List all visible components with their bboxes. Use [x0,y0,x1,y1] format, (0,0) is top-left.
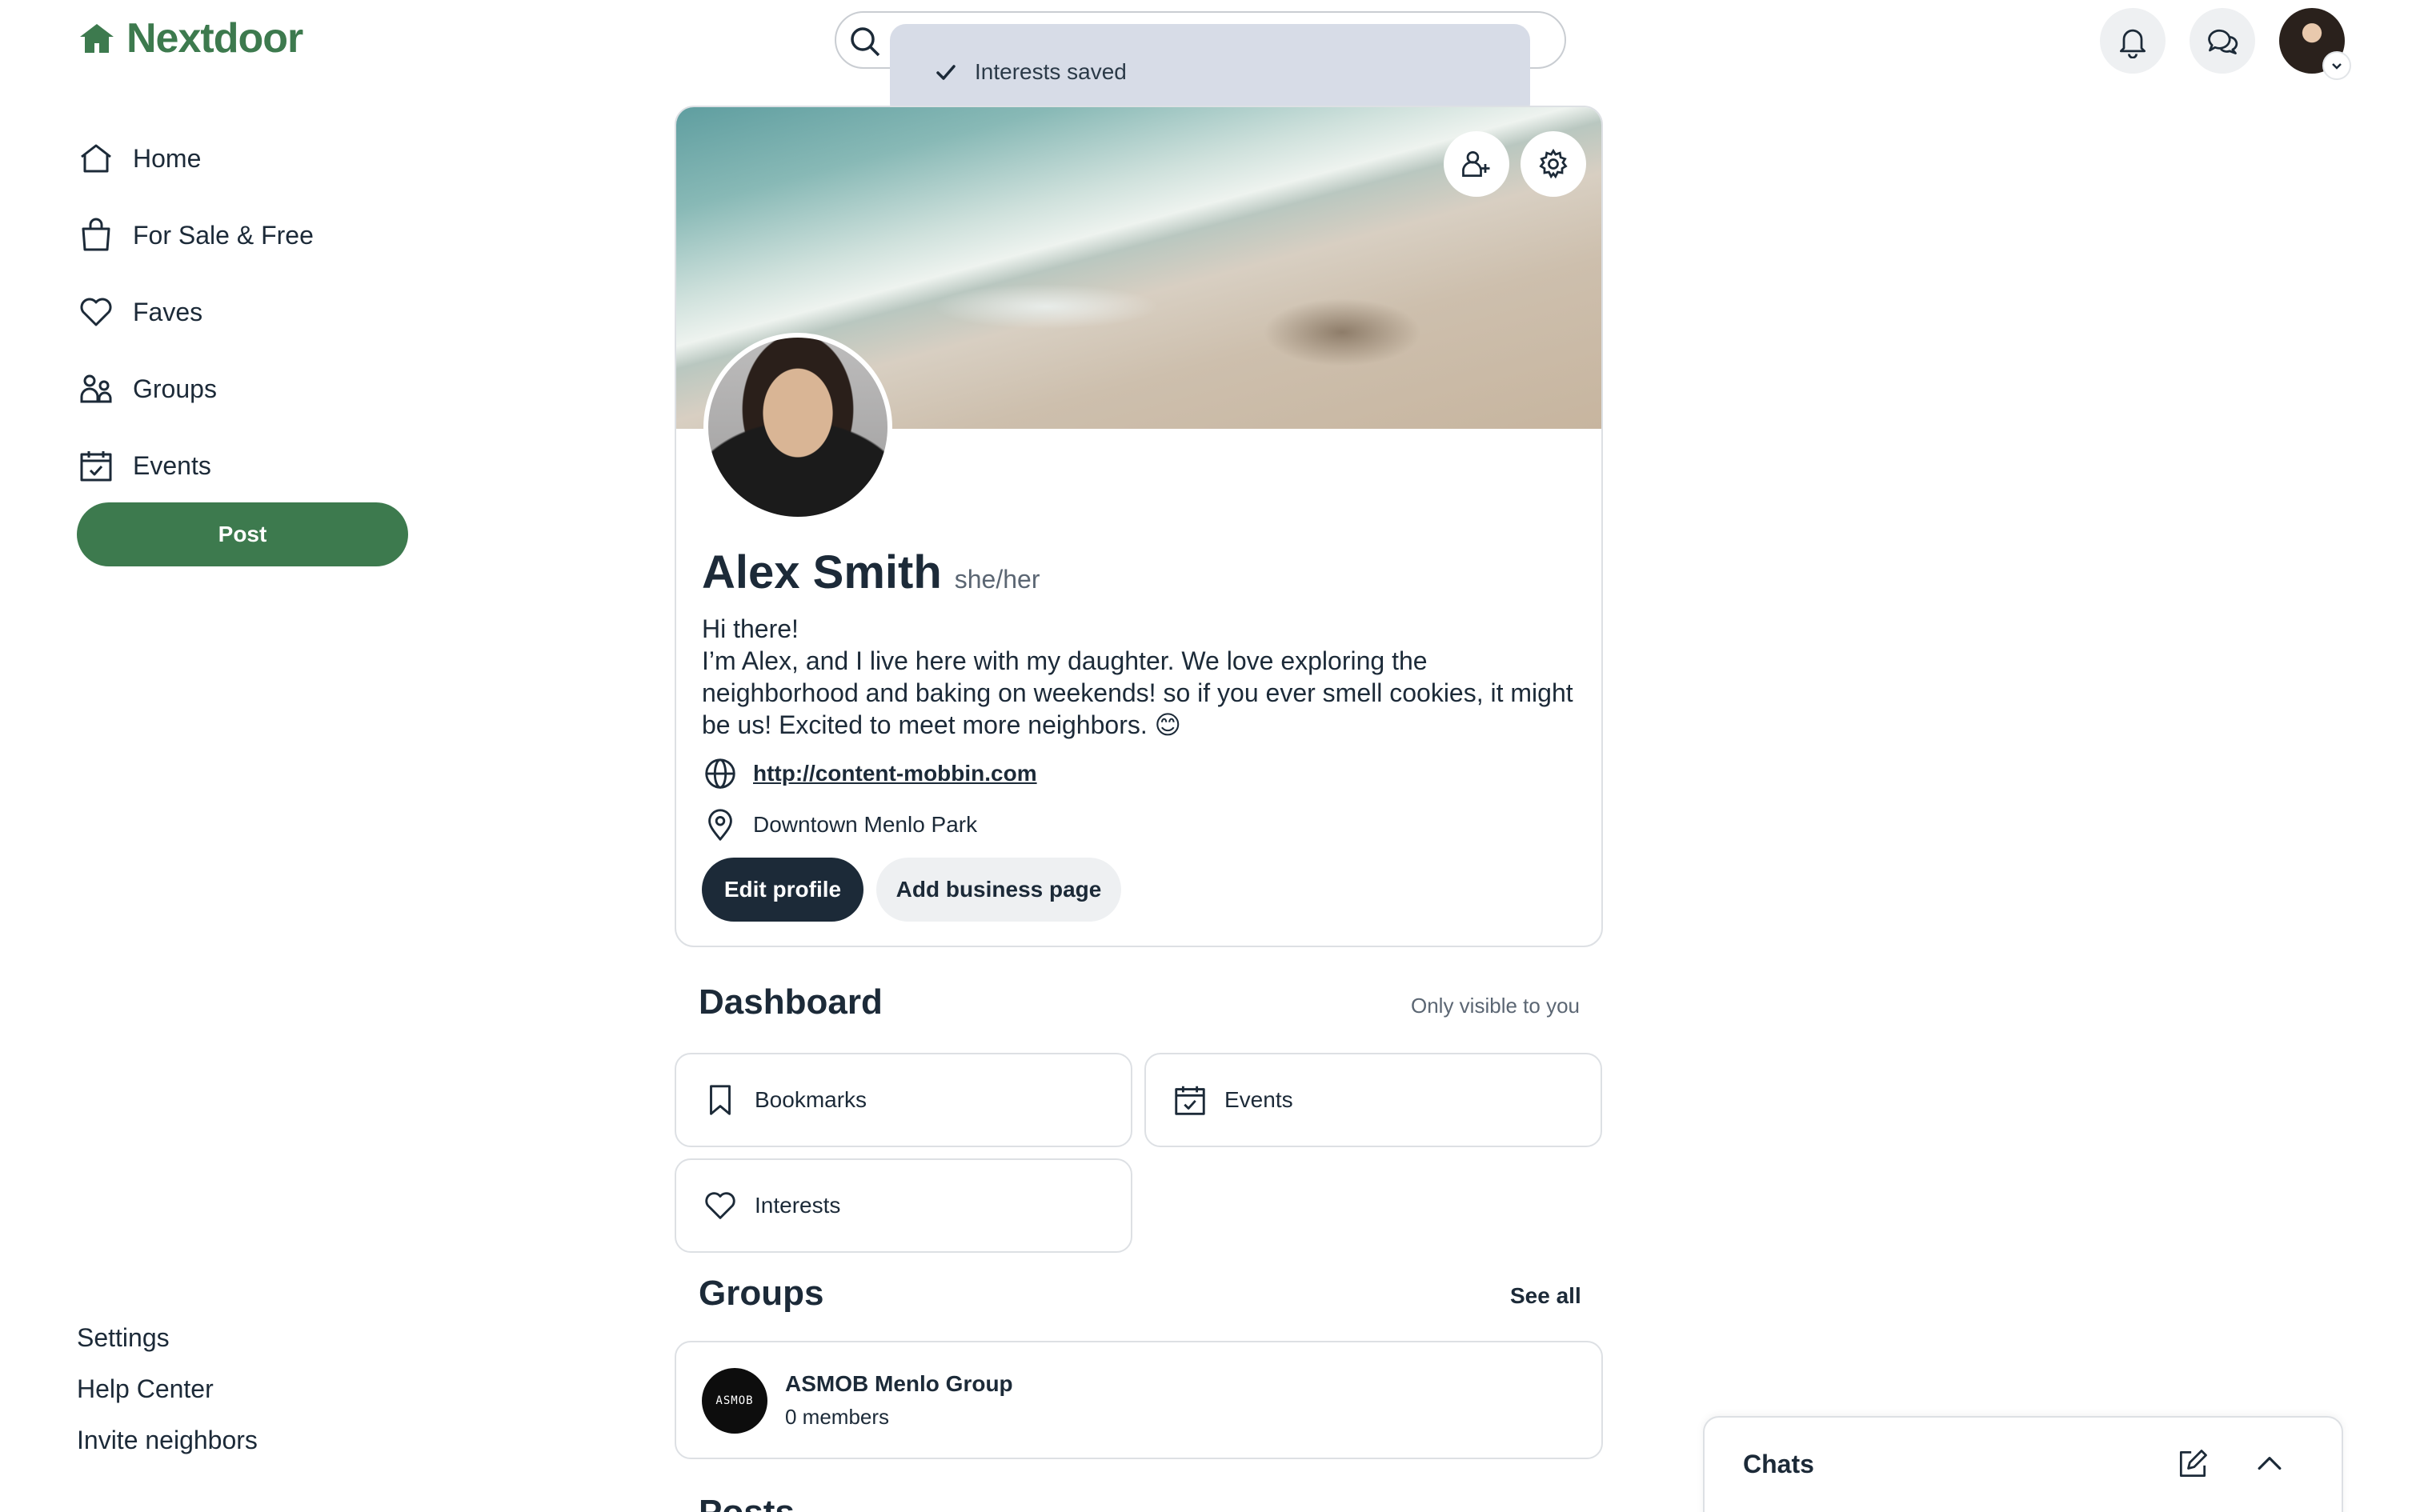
user-avatar[interactable] [2279,8,2351,80]
add-person-icon [1462,150,1490,178]
sidebar-item-label: For Sale & Free [133,220,314,250]
sidebar-item-home[interactable]: Home [77,120,429,197]
sidebar-item-label: Home [133,143,202,173]
invite-neighbors-link[interactable]: Invite neighbors [77,1414,258,1466]
chats-title: Chats [1743,1450,1814,1478]
bell-icon [2119,29,2146,58]
posts-title: Posts [699,1493,795,1512]
bio-text: I’m Alex, and I live here with my daught… [702,646,1573,739]
house-logo-icon [80,24,114,53]
sidebar-item-label: Events [133,450,211,480]
group-members-count: 0 members [785,1405,890,1429]
add-friend-button[interactable] [1444,131,1509,197]
sidebar-item-events[interactable]: Events [77,427,429,504]
collapse-chats-button[interactable] [2247,1442,2292,1486]
group-name: ASMOB Menlo Group [785,1371,1013,1396]
sidebar-item-label: Faves [133,297,203,326]
location-row: Downtown Menlo Park [702,806,977,843]
nextdoor-logo[interactable]: Nextdoor [77,15,303,62]
calendar-icon [1175,1086,1205,1115]
profile-name: Alex Smith [702,546,942,598]
sidebar-item-groups[interactable]: Groups [77,350,429,427]
groups-see-all-link[interactable]: See all [1510,1283,1581,1309]
events-tile[interactable]: Events [1144,1053,1602,1147]
chevron-up-icon [2258,1457,2282,1470]
profile-avatar[interactable] [703,333,892,522]
sidebar-item-for-sale[interactable]: For Sale & Free [77,197,429,274]
toast-text: Interests saved [975,59,1127,84]
compose-icon [2179,1450,2207,1478]
sidebar-item-faves[interactable]: Faves [77,274,429,350]
calendar-icon [80,451,112,482]
profile-card: Alex Smith she/her Hi there! I’m Alex, a… [675,106,1603,947]
add-business-page-button[interactable]: Add business page [876,858,1121,922]
help-center-link[interactable]: Help Center [77,1363,258,1414]
profile-pronouns: she/her [954,565,1040,594]
bookmarks-tile[interactable]: Bookmarks [675,1053,1132,1147]
groups-title: Groups [699,1274,824,1313]
heart-icon [705,1192,735,1219]
bio-greeting: Hi there! [702,614,799,643]
new-chat-button[interactable] [2170,1442,2215,1486]
profile-settings-button[interactable] [1521,131,1586,197]
website-row: http://content-mobbin.com [702,755,1037,792]
messages-button[interactable] [2190,8,2255,74]
home-icon [81,144,111,173]
dashboard-visibility-note: Only visible to you [1411,994,1580,1018]
bookmark-icon [710,1085,731,1115]
tile-label: Events [1224,1087,1293,1112]
search-icon [851,27,880,57]
location-pin-icon [708,809,732,841]
profile-bio: Hi there! I’m Alex, and I live here with… [702,613,1582,741]
group-item[interactable]: ASMOB ASMOB Menlo Group 0 members [675,1341,1603,1459]
settings-link[interactable]: Settings [77,1312,258,1363]
sidebar-footer: Settings Help Center Invite neighbors [77,1312,258,1466]
location-text: Downtown Menlo Park [753,812,978,837]
heart-icon [80,298,112,326]
chevron-down-icon [2332,63,2342,70]
dashboard-title: Dashboard [699,982,883,1022]
gear-icon [1539,148,1568,179]
website-link[interactable]: http://content-mobbin.com [753,761,1037,786]
post-button[interactable]: Post [77,502,408,566]
shopping-bag-icon [82,218,110,251]
group-logo: ASMOB [702,1368,767,1434]
tile-label: Interests [755,1193,841,1218]
sidebar-nav: Home For Sale & Free Faves Groups Events [77,120,429,504]
sidebar-item-label: Groups [133,374,217,403]
chat-bubbles-icon [2208,29,2238,54]
notifications-button[interactable] [2100,8,2166,74]
interests-tile[interactable]: Interests [675,1158,1132,1253]
logo-text: Nextdoor [126,15,303,62]
chats-dock[interactable]: Chats [1703,1416,2343,1512]
profile-name-row: Alex Smith she/her [702,546,1040,599]
check-icon [936,65,956,80]
edit-profile-button[interactable]: Edit profile [702,858,863,922]
account-menu-toggle[interactable] [2322,51,2351,80]
tile-label: Bookmarks [755,1087,867,1112]
globe-icon [705,758,735,789]
groups-icon [80,374,112,403]
